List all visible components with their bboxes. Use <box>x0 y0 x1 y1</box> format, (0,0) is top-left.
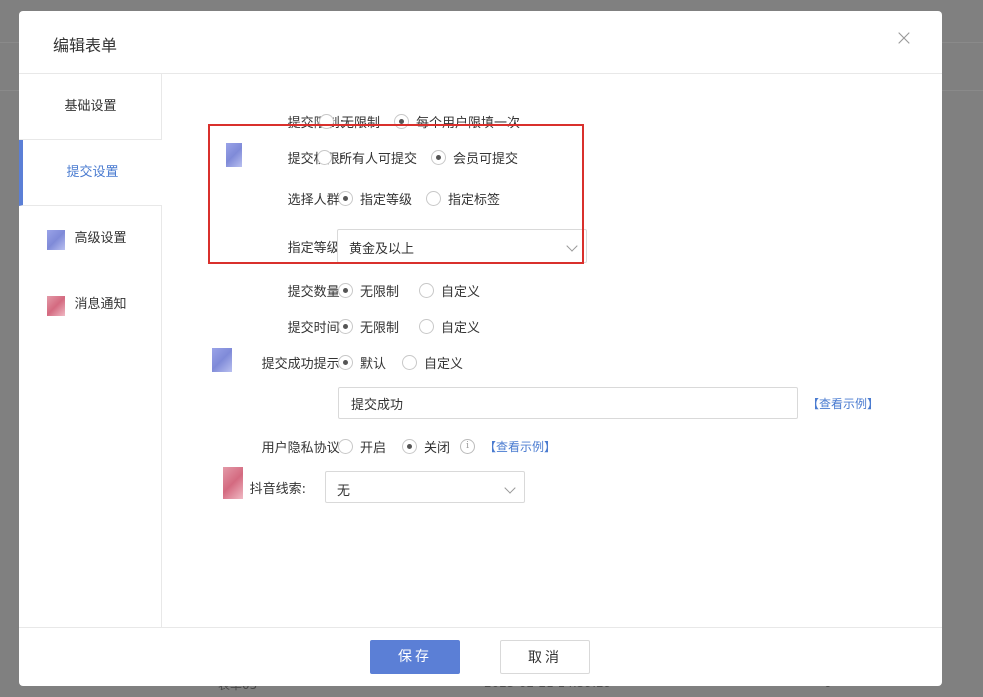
info-icon[interactable]: i <box>460 438 476 454</box>
sidebar-item-advanced[interactable]: 高级设置 <box>19 206 162 272</box>
radio-privacy-off[interactable]: 关闭 <box>402 437 450 456</box>
success-message-textarea[interactable]: 提交成功 <box>338 387 798 419</box>
modal-footer: 保存 取消 <box>19 627 942 686</box>
pixelated-icon <box>212 348 232 372</box>
sidebar-item-basic[interactable]: 基础设置 <box>19 74 162 140</box>
sidebar-item-label: 提交设置 <box>66 165 119 180</box>
close-icon[interactable]: × <box>890 25 918 53</box>
form-row-time: 提交时间: 无限制 自定义 <box>162 316 942 336</box>
field-label: 用户隐私协议: <box>261 440 344 456</box>
pixelated-icon <box>47 230 65 250</box>
radio-icon <box>402 354 418 370</box>
field-label: 提交成功提示: <box>261 356 344 372</box>
field-label: 提交时间: <box>287 320 344 336</box>
sidebar-item-label: 消息通知 <box>74 297 127 312</box>
radio-time-unlimited[interactable]: 无限制 <box>338 317 399 336</box>
radio-privacy-on[interactable]: 开启 <box>338 437 386 456</box>
field-label: 抖音线索: <box>249 481 306 497</box>
time-radio-group: 无限制 自定义 <box>338 317 494 336</box>
sidebar-item-label: 基础设置 <box>64 99 117 114</box>
radio-icon <box>338 354 353 370</box>
form-row-privacy: 用户隐私协议: 开启 关闭 i 【查看示例】 <box>162 436 942 456</box>
radio-icon <box>338 318 353 334</box>
radio-icon <box>419 282 435 298</box>
sidebar-item-label: 高级设置 <box>74 231 127 246</box>
radio-time-custom[interactable]: 自定义 <box>419 317 480 336</box>
radio-icon <box>402 438 418 454</box>
modal-title: 编辑表单 <box>53 36 118 55</box>
pixelated-icon <box>47 296 65 316</box>
modal-header: 编辑表单 × <box>19 11 942 74</box>
highlight-annotation <box>208 124 584 264</box>
sidebar-item-notify[interactable]: 消息通知 <box>19 272 162 338</box>
radio-success-custom[interactable]: 自定义 <box>402 353 463 372</box>
save-button[interactable]: 保存 <box>370 640 460 674</box>
cancel-button[interactable]: 取消 <box>500 640 590 674</box>
form-row-douyin: 抖音线索: <box>162 467 942 499</box>
privacy-radio-group: 开启 关闭 i 【查看示例】 <box>338 437 556 456</box>
sidebar-item-submit[interactable]: 提交设置 <box>19 140 162 206</box>
radio-success-default[interactable]: 默认 <box>338 353 386 372</box>
edit-form-modal: 编辑表单 × 基础设置 提交设置 高级设置 消息通知 提交限制: 无限制 每个用… <box>19 11 942 686</box>
radio-count-unlimited[interactable]: 无限制 <box>338 281 399 300</box>
view-example-link[interactable]: 【查看示例】 <box>484 438 556 455</box>
pixelated-icon <box>223 467 243 499</box>
settings-sidebar: 基础设置 提交设置 高级设置 消息通知 <box>19 74 162 627</box>
radio-icon <box>338 438 353 454</box>
form-row-success: 提交成功提示: 默认 自定义 <box>162 348 942 372</box>
douyin-select[interactable]: 无 <box>325 471 525 503</box>
chevron-down-icon <box>504 482 516 494</box>
field-label: 提交数量: <box>287 284 344 300</box>
radio-icon <box>419 318 435 334</box>
view-example-link[interactable]: 【查看示例】 <box>807 395 879 412</box>
success-radio-group: 默认 自定义 <box>338 353 477 372</box>
form-row-count: 提交数量: 无限制 自定义 <box>162 280 942 300</box>
count-radio-group: 无限制 自定义 <box>338 281 494 300</box>
radio-icon <box>338 282 353 298</box>
radio-count-custom[interactable]: 自定义 <box>419 281 480 300</box>
select-value: 无 <box>337 484 351 499</box>
